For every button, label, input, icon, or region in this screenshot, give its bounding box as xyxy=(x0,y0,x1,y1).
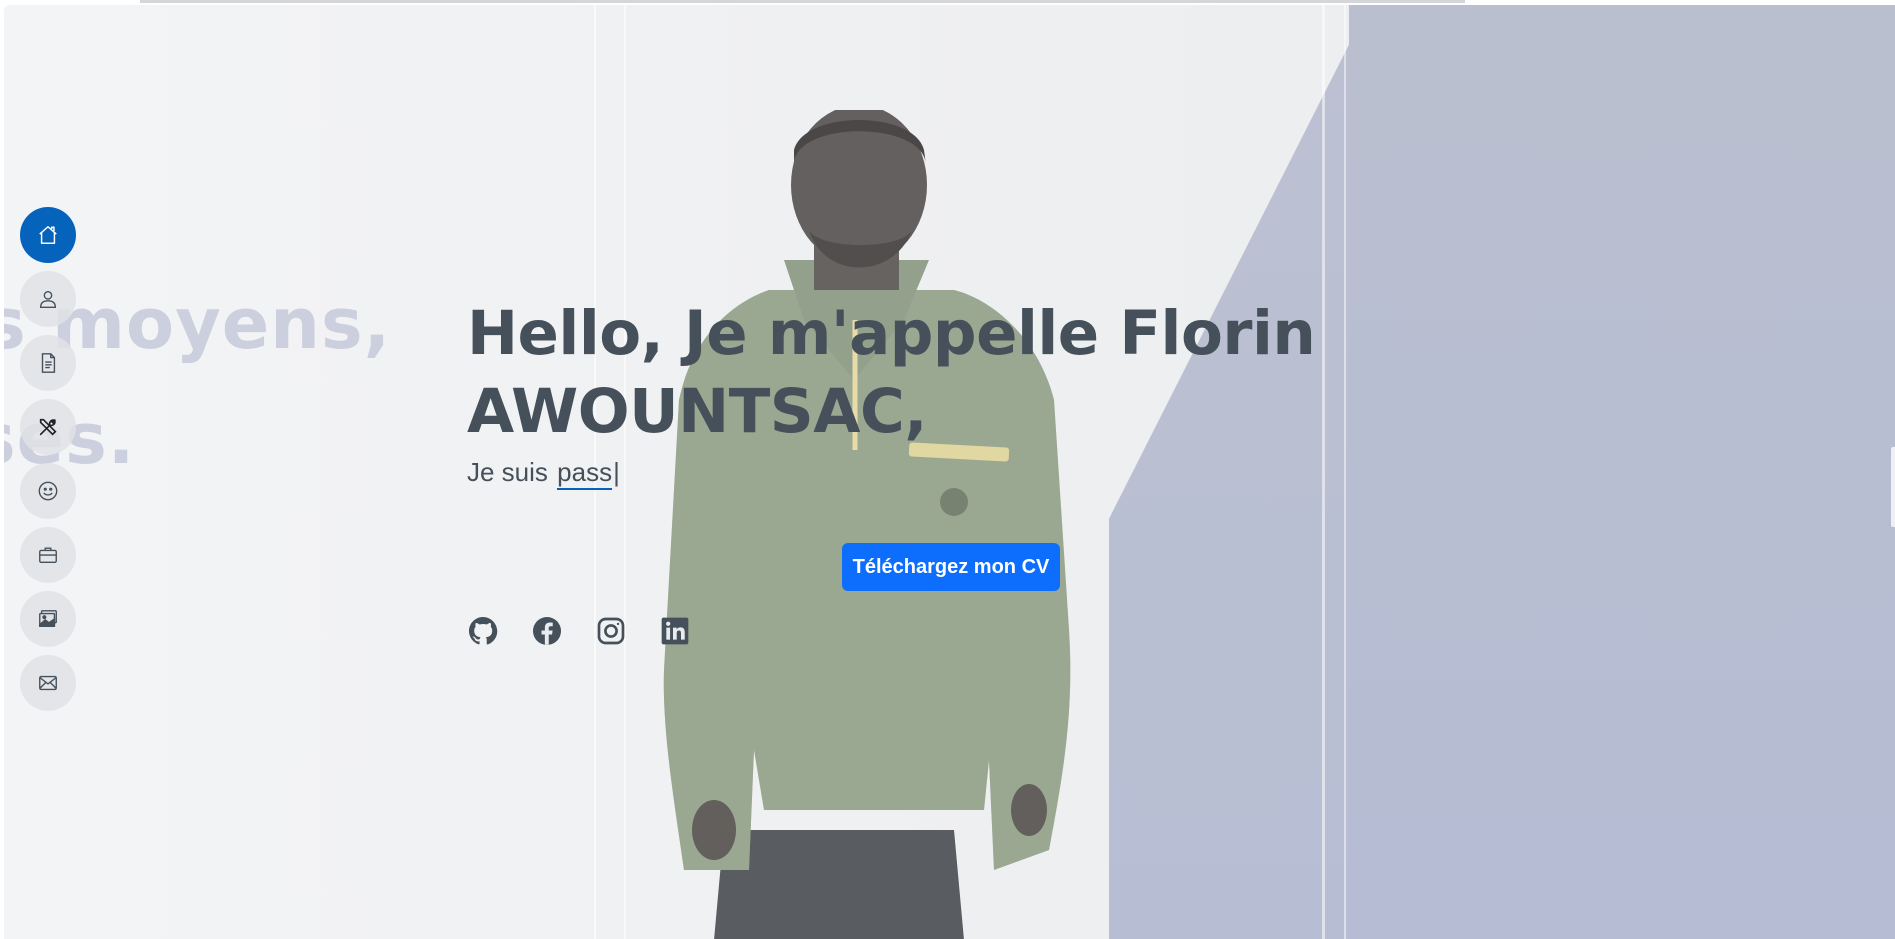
subtitle-prefix: Je suis xyxy=(467,457,548,487)
browser-top-strip xyxy=(140,0,1465,3)
instagram-icon xyxy=(597,617,625,645)
nav-skills-button[interactable] xyxy=(20,399,76,455)
nav-services-button[interactable] xyxy=(20,463,76,519)
images-icon xyxy=(39,610,57,628)
hero-section: s moyens, ses. xyxy=(4,5,1895,939)
download-cv-button[interactable]: Téléchargez mon CV xyxy=(842,543,1060,591)
tools-icon xyxy=(39,418,57,436)
nav-portfolio-button[interactable] xyxy=(20,527,76,583)
typing-cursor: | xyxy=(613,457,620,487)
hero-title: Hello, Je m'appelle Florin AWOUNTSAC, xyxy=(467,298,1316,447)
nav-resume-button[interactable] xyxy=(20,335,76,391)
hero-subtitle: Je suis pass| xyxy=(467,457,620,490)
github-link[interactable] xyxy=(467,615,499,647)
envelope-icon xyxy=(39,675,57,691)
hero-overlay xyxy=(4,5,1895,939)
file-text-icon xyxy=(41,353,56,373)
facebook-link[interactable] xyxy=(531,615,563,647)
nav-about-button[interactable] xyxy=(20,271,76,327)
typed-text: pass xyxy=(557,457,613,490)
facebook-icon xyxy=(533,617,561,645)
smile-icon xyxy=(38,481,58,501)
person-icon xyxy=(39,290,57,308)
briefcase-icon xyxy=(39,547,57,564)
side-navigation xyxy=(20,207,76,711)
house-icon xyxy=(39,226,57,244)
instagram-link[interactable] xyxy=(595,615,627,647)
nav-contact-button[interactable] xyxy=(20,655,76,711)
linkedin-icon xyxy=(661,617,689,645)
social-links xyxy=(467,615,691,647)
nav-home-button[interactable] xyxy=(20,207,76,263)
github-icon xyxy=(469,617,498,645)
nav-gallery-button[interactable] xyxy=(20,591,76,647)
linkedin-link[interactable] xyxy=(659,615,691,647)
